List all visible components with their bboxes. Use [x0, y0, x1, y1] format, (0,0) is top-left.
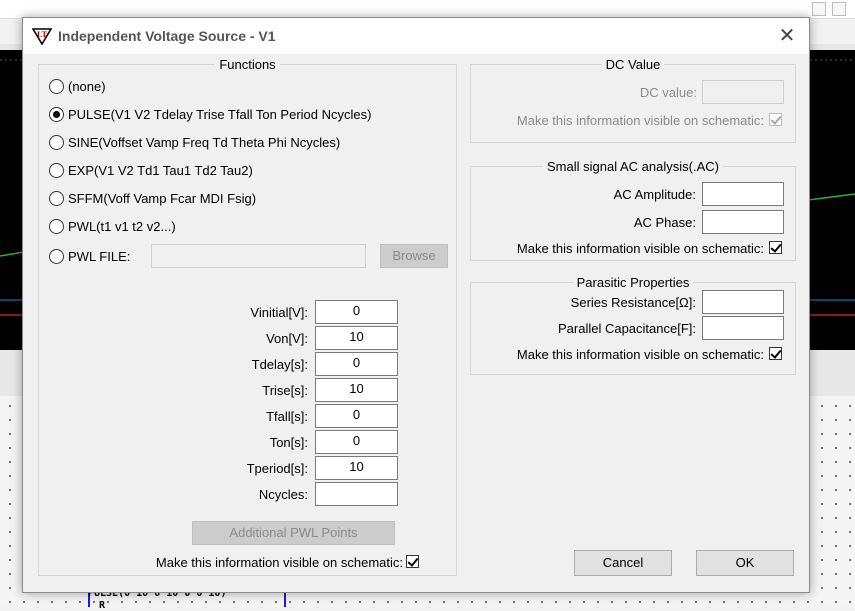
tperiod-input[interactable]: 10: [315, 456, 398, 480]
radio-none[interactable]: (none): [49, 76, 106, 96]
series-resistance-input[interactable]: [702, 290, 784, 314]
radio-pwl[interactable]: PWL(t1 v1 t2 v2...): [49, 216, 176, 236]
parasitic-visible-label: Make this information visible on schemat…: [516, 347, 764, 362]
dialog-title: Independent Voltage Source - V1: [58, 28, 276, 44]
functions-visible-label: Make this information visible on schemat…: [155, 555, 403, 570]
dc-value-label: DC value:: [639, 85, 697, 100]
radio-exp[interactable]: EXP(V1 V2 Td1 Tau1 Td2 Tau2): [49, 160, 253, 180]
tfall-label: Tfall[s]:: [266, 409, 308, 424]
ac-phase-input[interactable]: [702, 210, 784, 234]
von-label: Von[V]:: [266, 331, 308, 346]
toolbar-button[interactable]: [812, 2, 826, 16]
ac-phase-label: AC Phase:: [633, 215, 696, 230]
voltage-source-dialog: LT Independent Voltage Source - V1 ✕ Fun…: [22, 17, 810, 593]
additional-pwl-points-button[interactable]: Additional PWL Points: [192, 521, 395, 545]
functions-legend: Functions: [219, 57, 276, 72]
svg-text:LT: LT: [37, 30, 48, 39]
dc-visible-label: Make this information visible on schemat…: [516, 113, 764, 128]
tfall-input[interactable]: 0: [315, 404, 398, 428]
radio-pwl-file[interactable]: PWL FILE:: [49, 246, 130, 266]
von-input[interactable]: 10: [315, 326, 398, 350]
vinitial-input[interactable]: 0: [315, 300, 398, 324]
pwl-file-path-input[interactable]: [151, 244, 366, 268]
functions-visible-checkbox[interactable]: [406, 555, 419, 568]
radio-pulse-circle: [49, 106, 64, 122]
dc-value-legend: DC Value: [605, 57, 661, 72]
radio-sine-label: SINE(Voffset Vamp Freq Td Theta Phi Ncyc…: [68, 134, 341, 150]
ac-amplitude-label: AC Amplitude:: [613, 187, 696, 202]
radio-exp-circle: [49, 162, 64, 178]
ac-analysis-legend: Small signal AC analysis(.AC): [547, 159, 719, 174]
parasitic-properties-legend: Parasitic Properties: [576, 275, 690, 290]
dialog-titlebar: LT Independent Voltage Source - V1 ✕: [23, 18, 809, 54]
schematic-label: R: [99, 600, 106, 611]
radio-sffm-circle: [49, 190, 64, 206]
vinitial-label: Vinitial[V]:: [250, 305, 308, 320]
tdelay-label: Tdelay[s]:: [251, 357, 308, 372]
dc-value-input[interactable]: [702, 80, 784, 104]
tdelay-input[interactable]: 0: [315, 352, 398, 376]
ncycles-input[interactable]: [315, 482, 398, 506]
radio-pwl-file-circle: [49, 248, 64, 264]
radio-sffm-label: SFFM(Voff Vamp Fcar MDI Fsig): [68, 190, 257, 206]
ltspice-logo-icon: LT: [32, 28, 52, 45]
trise-input[interactable]: 10: [315, 378, 398, 402]
ac-visible-label: Make this information visible on schemat…: [516, 241, 764, 256]
ac-visible-checkbox[interactable]: [769, 241, 782, 254]
ncycles-label: Ncycles:: [258, 487, 308, 502]
toolbar-button[interactable]: [832, 2, 846, 16]
parallel-capacitance-input[interactable]: [702, 316, 784, 340]
browse-button[interactable]: Browse: [380, 244, 448, 268]
ton-label: Ton[s]:: [269, 435, 308, 450]
radio-none-circle: [49, 78, 64, 94]
parasitic-visible-checkbox[interactable]: [769, 347, 782, 360]
trise-label: Trise[s]:: [262, 383, 308, 398]
ac-amplitude-input[interactable]: [702, 182, 784, 206]
tperiod-label: Tperiod[s]:: [246, 461, 308, 476]
series-resistance-label: Series Resistance[Ω]:: [570, 295, 696, 310]
radio-exp-label: EXP(V1 V2 Td1 Tau1 Td2 Tau2): [68, 162, 253, 178]
radio-sine[interactable]: SINE(Voffset Vamp Freq Td Theta Phi Ncyc…: [49, 132, 340, 152]
parallel-capacitance-label: Parallel Capacitance[F]:: [557, 321, 696, 336]
close-icon[interactable]: ✕: [775, 24, 799, 48]
ton-input[interactable]: 0: [315, 430, 398, 454]
radio-pulse[interactable]: PULSE(V1 V2 Tdelay Trise Tfall Ton Perio…: [49, 104, 371, 124]
radio-pwl-circle: [49, 218, 64, 234]
radio-pulse-label: PULSE(V1 V2 Tdelay Trise Tfall Ton Perio…: [68, 106, 372, 122]
ok-button[interactable]: OK: [696, 550, 794, 576]
radio-none-label: (none): [68, 78, 106, 94]
radio-sine-circle: [49, 134, 64, 150]
radio-pwl-file-label: PWL FILE:: [68, 248, 131, 264]
radio-pwl-label: PWL(t1 v1 t2 v2...): [68, 218, 176, 234]
dc-visible-checkbox[interactable]: [769, 113, 782, 126]
cancel-button[interactable]: Cancel: [574, 550, 672, 576]
radio-sffm[interactable]: SFFM(Voff Vamp Fcar MDI Fsig): [49, 188, 256, 208]
